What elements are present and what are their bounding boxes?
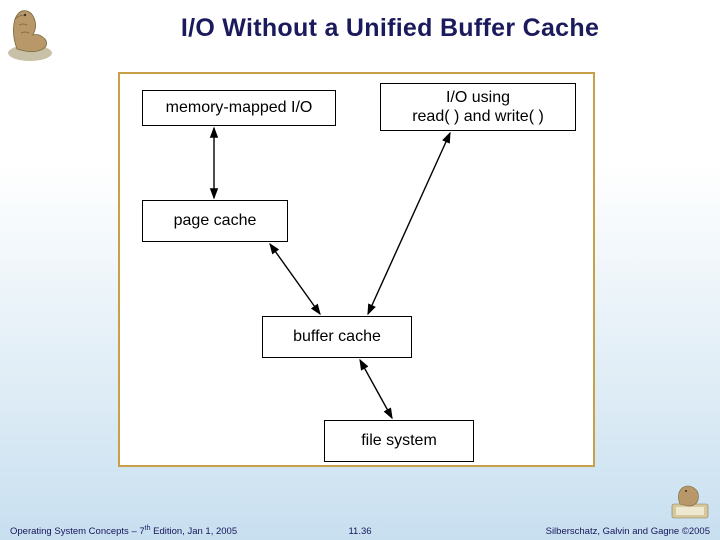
footer-right: Silberschatz, Galvin and Gagne ©2005 — [546, 526, 710, 537]
box-memory-mapped-io: memory-mapped I/O — [142, 90, 336, 126]
box-file-system: file system — [324, 420, 474, 462]
footer: Operating System Concepts – 7th Edition,… — [0, 525, 720, 537]
box-page-cache: page cache — [142, 200, 288, 242]
footer-left-prefix: Operating System Concepts – 7 — [10, 526, 145, 537]
footer-left: Operating System Concepts – 7th Edition,… — [10, 525, 237, 537]
dinosaur-logo-small-icon — [670, 484, 712, 520]
box-io-read-write: I/O usingread( ) and write( ) — [380, 83, 576, 131]
footer-left-suffix: Edition, Jan 1, 2005 — [151, 526, 238, 537]
box-buffer-cache: buffer cache — [262, 316, 412, 358]
page-title: I/O Without a Unified Buffer Cache — [80, 14, 700, 43]
dinosaur-logo-icon — [5, 5, 55, 63]
diagram-container: memory-mapped I/O I/O usingread( ) and w… — [118, 72, 595, 467]
diagram-arrows — [120, 74, 597, 469]
footer-center: 11.36 — [348, 526, 371, 537]
